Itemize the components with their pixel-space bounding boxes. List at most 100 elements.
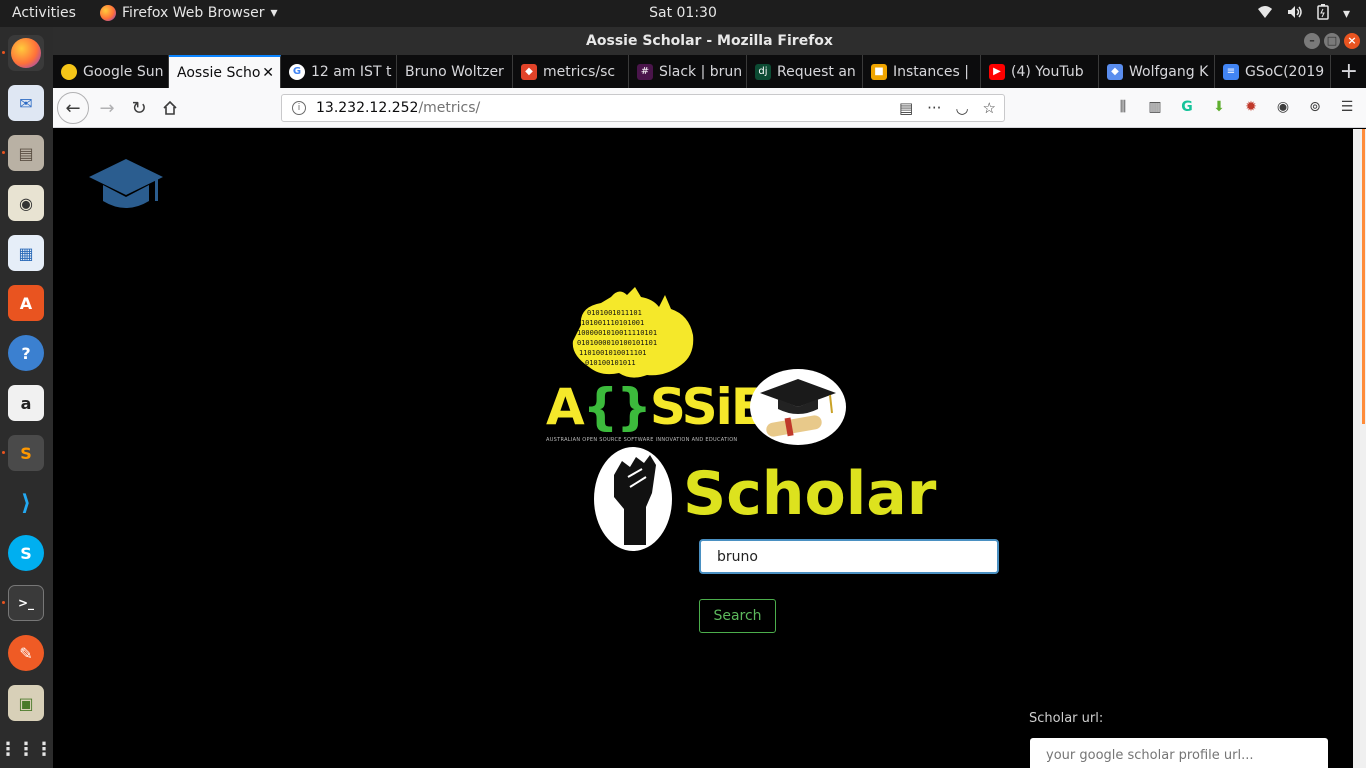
back-button[interactable]: ←	[57, 92, 89, 124]
url-bar[interactable]: i 13.232.12.252 /metrics/ ▤ ··· ◡ ☆	[281, 94, 1005, 122]
dock-skype[interactable]: S	[8, 535, 44, 571]
firefox-icon	[100, 5, 116, 21]
mortarboard-icon	[760, 379, 836, 437]
scholar-wordmark: Scholar	[683, 459, 937, 529]
running-indicator	[2, 151, 5, 154]
running-indicator	[2, 51, 5, 54]
tab-youtube[interactable]: ▶ (4) YouTub	[981, 55, 1099, 88]
gnome-top-bar: Activities Firefox Web Browser ▾ Sat 01:…	[0, 0, 1366, 27]
dock-amazon[interactable]: a	[8, 385, 44, 421]
svg-text:1000001010011110101: 1000001010011110101	[577, 329, 657, 337]
dock-image-viewer[interactable]: ▣	[8, 685, 44, 721]
scholar-url-label: Scholar url:	[1029, 711, 1104, 726]
dock-rhythmbox[interactable]: ◉	[8, 185, 44, 221]
dock-postman[interactable]: ✎	[8, 635, 44, 671]
app-menu-label: Firefox Web Browser	[122, 5, 265, 21]
dock-thunderbird[interactable]: ✉	[8, 85, 44, 121]
power-menu-chevron-icon[interactable]: ▾	[1343, 6, 1350, 22]
tab-label: Instances |	[893, 63, 970, 80]
tab-aossie-scholar[interactable]: Aossie Scho ✕	[169, 55, 281, 88]
image-viewer-icon: ▣	[18, 693, 34, 713]
minimize-button[interactable]: –	[1304, 33, 1320, 49]
hamburger-menu-icon[interactable]: ☰	[1338, 98, 1356, 116]
scholar-url-input[interactable]	[1030, 738, 1328, 768]
dock-libreoffice-writer[interactable]: ▦	[8, 235, 44, 271]
tab-label: Wolfgang K	[1129, 63, 1209, 80]
sidebar-icon[interactable]: ▥	[1146, 98, 1164, 116]
maximize-button[interactable]: □	[1324, 33, 1340, 49]
tab-label: Bruno Woltzer	[405, 63, 504, 80]
window-titlebar[interactable]: Aossie Scholar - Mozilla Firefox – □ ×	[53, 27, 1366, 55]
grammarly-icon[interactable]: G	[1178, 98, 1196, 116]
aws-box-icon: ■	[871, 63, 887, 80]
account-icon[interactable]: ◉	[1274, 98, 1292, 116]
close-tab-icon[interactable]: ✕	[262, 65, 274, 81]
software-bag-icon: A	[19, 293, 33, 313]
aossie-wordmark-rest: SSiE	[649, 378, 765, 436]
wifi-icon[interactable]	[1257, 5, 1273, 23]
reload-button[interactable]: ↻	[125, 94, 153, 122]
tab-bruno-woltzer[interactable]: Bruno Woltzer	[397, 55, 513, 88]
system-tray[interactable]: ▾	[1257, 4, 1350, 24]
url-host: 13.232.12.252	[316, 100, 419, 116]
tab-label: metrics/sc	[543, 63, 616, 80]
library-icon[interactable]: ⫼	[1114, 98, 1132, 116]
tab-django-request[interactable]: dj Request an	[747, 55, 863, 88]
sync-icon[interactable]: ⊚	[1306, 98, 1324, 116]
folder-icon: ▤	[18, 143, 34, 163]
diamond-icon: ◆	[1107, 63, 1123, 80]
tab-12am-ist[interactable]: G 12 am IST t	[281, 55, 397, 88]
page-actions-icon[interactable]: ···	[927, 99, 941, 117]
google-icon: G	[289, 63, 305, 80]
tab-label: Aossie Scho	[177, 64, 261, 81]
tab-label: Request an	[777, 63, 856, 80]
tab-metrics-gitlab[interactable]: ◆ metrics/sc	[513, 55, 629, 88]
sun-icon	[61, 63, 77, 80]
tab-bar: Google Sun Aossie Scho ✕ G 12 am IST t B…	[53, 55, 1366, 88]
search-button[interactable]: Search	[699, 599, 776, 633]
dock-software-center[interactable]: A	[8, 285, 44, 321]
postman-icon: ✎	[19, 643, 33, 663]
search-input[interactable]	[699, 539, 999, 574]
gitlab-icon: ◆	[521, 63, 537, 80]
tab-label: Google Sun	[83, 63, 164, 80]
dock-terminal[interactable]: >_	[8, 585, 44, 621]
pocket-icon[interactable]: ◡	[955, 99, 968, 117]
help-icon: ?	[21, 343, 31, 363]
forward-button[interactable]: →	[93, 94, 121, 122]
dock-help[interactable]: ?	[8, 335, 44, 371]
amazon-icon: a	[20, 393, 32, 413]
page-content: 0101001011101 101001110101001 1000001010…	[53, 129, 1353, 768]
dock-files[interactable]: ▤	[8, 135, 44, 171]
reader-view-icon[interactable]: ▤	[899, 99, 913, 117]
dock-firefox[interactable]	[8, 35, 44, 71]
dock-vscode[interactable]: ⟩	[8, 485, 44, 521]
aossie-wordmark-a: A	[546, 378, 585, 436]
tab-gsoc-2019[interactable]: ≡ GSoC(2019	[1215, 55, 1331, 88]
tab-google-sun[interactable]: Google Sun	[53, 55, 169, 88]
graduation-cap-icon[interactable]	[87, 157, 165, 215]
page-scrollbar[interactable]	[1353, 129, 1366, 768]
extension-gear-icon[interactable]: ✹	[1242, 98, 1260, 116]
app-menu[interactable]: Firefox Web Browser ▾	[100, 5, 278, 21]
bookmark-star-icon[interactable]: ☆	[983, 99, 996, 117]
home-button[interactable]	[156, 94, 184, 122]
tab-slack[interactable]: # Slack | brun	[629, 55, 747, 88]
dock-sublime-text[interactable]: S	[8, 435, 44, 471]
volume-icon[interactable]	[1287, 5, 1303, 23]
raised-fist-image	[594, 447, 672, 551]
activities-button[interactable]: Activities	[12, 5, 76, 21]
raised-fist-icon	[614, 455, 656, 545]
clock[interactable]: Sat 01:30	[649, 5, 717, 21]
dock-show-applications[interactable]: ⋮⋮⋮	[0, 731, 53, 767]
new-tab-button[interactable]: +	[1340, 59, 1358, 84]
svg-text:1101001010011101: 1101001010011101	[579, 349, 646, 357]
close-window-button[interactable]: ×	[1344, 33, 1360, 49]
running-indicator	[2, 601, 5, 604]
site-info-icon[interactable]: i	[292, 101, 306, 115]
tab-aws-instances[interactable]: ■ Instances |	[863, 55, 981, 88]
scrollbar-thumb[interactable]	[1362, 129, 1365, 424]
tab-wolfgang[interactable]: ◆ Wolfgang K	[1099, 55, 1215, 88]
battery-icon[interactable]	[1317, 4, 1329, 24]
download-helper-icon[interactable]: ⬇	[1210, 98, 1228, 116]
